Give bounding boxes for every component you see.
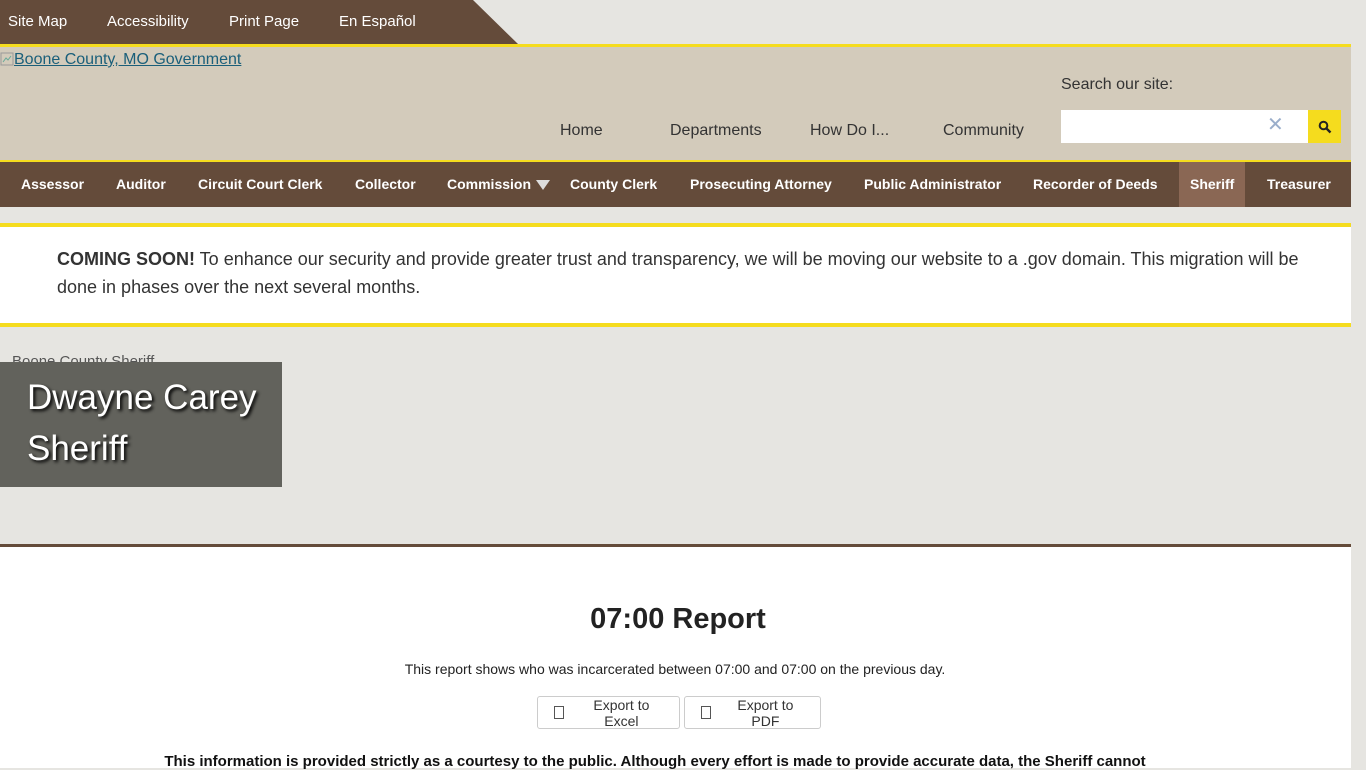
export-excel-label: Export to Excel bbox=[593, 696, 650, 729]
page-scrollbar[interactable] bbox=[1351, 0, 1366, 768]
site-map-link[interactable]: Site Map bbox=[8, 13, 67, 30]
dept-public-administrator[interactable]: Public Administrator bbox=[864, 162, 1001, 207]
department-nav: Assessor Auditor Circuit Court Clerk Col… bbox=[0, 160, 1351, 207]
document-icon bbox=[554, 706, 564, 719]
dept-sheriff[interactable]: Sheriff bbox=[1179, 162, 1245, 207]
nav-how-do-i[interactable]: How Do I... bbox=[810, 122, 889, 140]
print-page-link[interactable]: Print Page bbox=[229, 13, 299, 30]
site-header: Boone County, MO Government Home Departm… bbox=[0, 44, 1351, 160]
disclaimer-text: This information is provided strictly as… bbox=[164, 753, 1146, 770]
dept-assessor[interactable]: Assessor bbox=[21, 162, 84, 207]
en-espanol-link[interactable]: En Español bbox=[339, 13, 416, 30]
search-icon bbox=[1318, 120, 1331, 133]
search-button[interactable] bbox=[1308, 110, 1341, 143]
dept-commission-label: Commission bbox=[447, 176, 532, 192]
dropdown-caret-icon bbox=[536, 180, 551, 190]
utility-bar: Site Map Accessibility Print Page En Esp… bbox=[0, 0, 518, 44]
dept-collector[interactable]: Collector bbox=[355, 162, 416, 207]
announcement-body: To enhance our security and provide grea… bbox=[57, 249, 1299, 297]
report-description: This report shows who was incarcerated b… bbox=[404, 661, 946, 677]
clear-search-icon[interactable]: ✕ bbox=[1267, 112, 1284, 137]
export-pdf-button[interactable]: Export to PDF bbox=[684, 696, 821, 729]
nav-home[interactable]: Home bbox=[560, 122, 603, 140]
dept-treasurer[interactable]: Treasurer bbox=[1267, 162, 1331, 207]
accessibility-link[interactable]: Accessibility bbox=[107, 13, 189, 30]
sheriff-caption-box: Dwayne Carey Sheriff bbox=[0, 362, 282, 487]
announcement-text: COMING SOON! To enhance our security and… bbox=[57, 245, 1322, 301]
announcement-banner: COMING SOON! To enhance our security and… bbox=[0, 223, 1351, 327]
search-label: Search our site: bbox=[1061, 76, 1174, 93]
dept-circuit-court-clerk[interactable]: Circuit Court Clerk bbox=[198, 162, 322, 207]
export-pdf-label: Export to PDF bbox=[737, 696, 794, 729]
sheriff-title: Sheriff bbox=[27, 429, 128, 468]
broken-image-icon bbox=[0, 52, 14, 66]
dept-commission[interactable]: Commission bbox=[447, 162, 551, 207]
sheriff-name: Dwayne Carey bbox=[27, 378, 257, 417]
nav-departments[interactable]: Departments bbox=[670, 122, 762, 140]
site-logo-alt: Boone County, MO Government bbox=[14, 51, 242, 68]
dept-prosecuting-attorney[interactable]: Prosecuting Attorney bbox=[690, 162, 832, 207]
export-excel-button[interactable]: Export to Excel bbox=[537, 696, 680, 729]
dept-recorder-of-deeds[interactable]: Recorder of Deeds bbox=[1033, 162, 1157, 207]
site-logo-link[interactable]: Boone County, MO Government bbox=[0, 51, 241, 69]
dept-auditor[interactable]: Auditor bbox=[116, 162, 166, 207]
announcement-lead: COMING SOON! bbox=[57, 249, 195, 269]
dept-county-clerk[interactable]: County Clerk bbox=[570, 162, 657, 207]
nav-community[interactable]: Community bbox=[943, 122, 1024, 140]
page-title: 07:00 Report bbox=[590, 603, 766, 635]
report-section: 07:00 Report This report shows who was i… bbox=[0, 544, 1351, 770]
document-icon bbox=[701, 706, 711, 719]
